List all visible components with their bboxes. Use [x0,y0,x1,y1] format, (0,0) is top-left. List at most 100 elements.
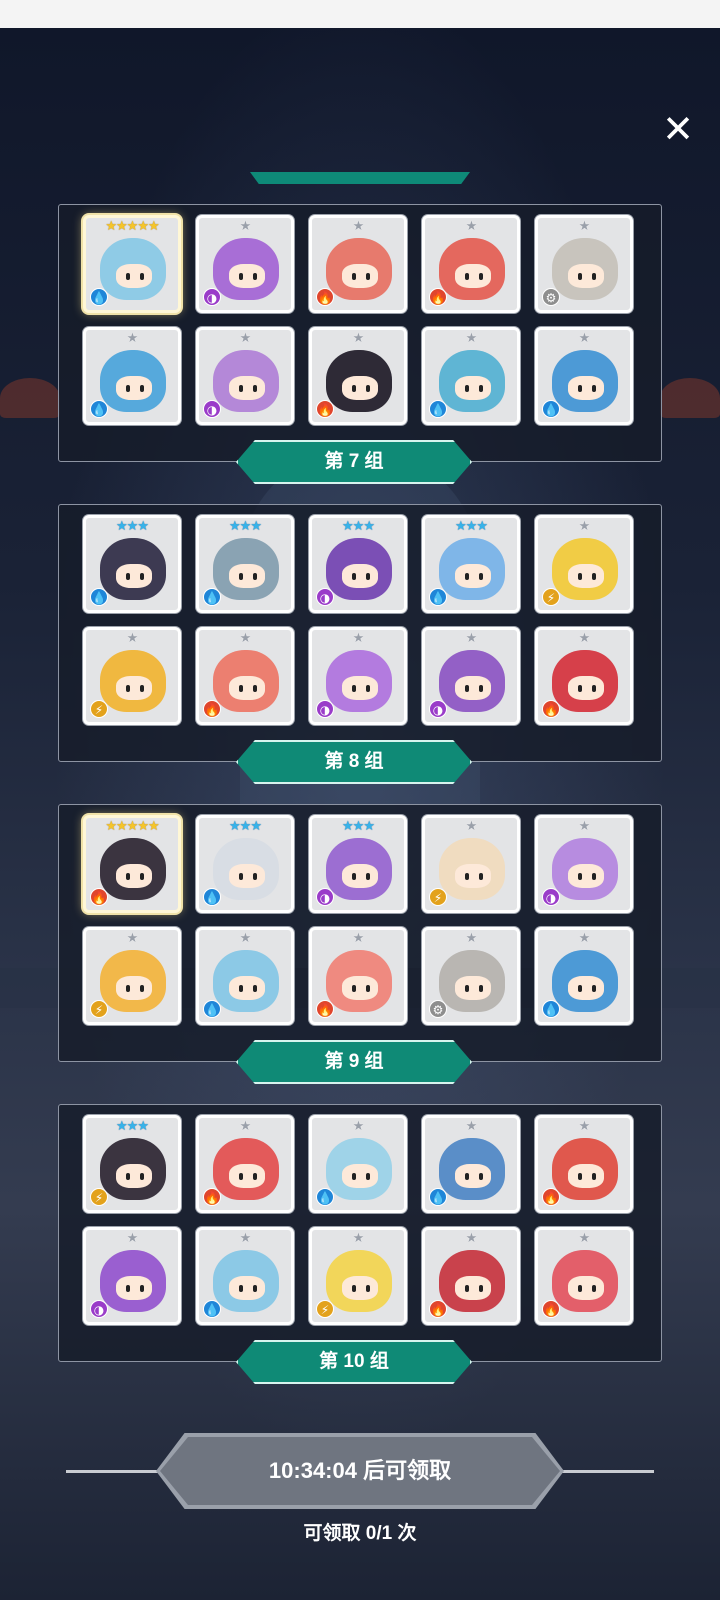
hero-card[interactable]: ★ 🔥 [422,1227,520,1325]
close-button[interactable]: ✕ [658,110,698,150]
star-rating: ★ [465,819,478,834]
group-label-tab: 第 9 组 [236,1040,472,1084]
light-element-icon: ⚡ [429,888,447,906]
hero-card[interactable]: ★ ◑ [535,815,633,913]
fire-element-icon: 🔥 [203,700,221,718]
hero-grid: ★★★★★ 💧 ★ ◑ ★ 🔥 ★ 🔥 ★ ⚙ ★ 💧 ★ ◑ ★ 🔥 ★ 💧 ★ 💧 [83,215,639,425]
star-rating: ★★★ [342,819,375,834]
claim-button[interactable]: 10:34:04 后可领取 [160,1437,560,1505]
hero-card[interactable]: ★ 💧 [422,327,520,425]
gear-element-icon: ⚙ [429,1000,447,1018]
hero-eye [253,985,257,992]
hero-face [342,1276,378,1300]
hero-grid: ★★★ 💧 ★★★ 💧 ★★★ ◑ ★★★ 💧 ★ ⚡ ★ ⚡ ★ 🔥 ★ ◑ ★ ◑ ★ 🔥 [83,515,639,725]
hero-card[interactable]: ★ ⚡ [83,627,181,725]
hero-card[interactable]: ★★★ 💧 [83,515,181,613]
dark-element-icon: ◑ [542,888,560,906]
status-bar [0,0,720,28]
hero-card[interactable]: ★ 🔥 [196,1115,294,1213]
hero-card[interactable]: ★ ⚡ [535,515,633,613]
water-element-icon: 💧 [203,588,221,606]
star-rating: ★ [239,1231,252,1246]
star-rating: ★ [352,931,365,946]
hero-card[interactable]: ★ 🔥 [309,927,407,1025]
hero-card[interactable]: ★★★ ⚡ [83,1115,181,1213]
hero-face [455,1276,491,1300]
hero-card[interactable]: ★ 🔥 [309,327,407,425]
hero-card[interactable]: ★★★ ◑ [309,515,407,613]
hero-card[interactable]: ★★★ ◑ [309,815,407,913]
dark-element-icon: ◑ [203,288,221,306]
star-rating: ★ [578,331,591,346]
hero-eye [239,1173,243,1180]
hero-eye [578,1173,582,1180]
hero-card[interactable]: ★ 🔥 [535,627,633,725]
hero-eye [253,573,257,580]
star-rating: ★ [465,331,478,346]
hero-face [568,676,604,700]
hero-card[interactable]: ★ ◑ [422,627,520,725]
hero-eye [479,985,483,992]
hero-card[interactable]: ★★★ 💧 [196,515,294,613]
water-element-icon: 💧 [542,400,560,418]
hero-eye [140,1173,144,1180]
hero-card[interactable]: ★ 💧 [535,327,633,425]
hero-card[interactable]: ★ ◑ [83,1227,181,1325]
hero-card[interactable]: ★★★ 💧 [196,815,294,913]
hero-card[interactable]: ★ 💧 [196,927,294,1025]
hero-card[interactable]: ★ 💧 [83,327,181,425]
hero-eye [479,385,483,392]
star-rating: ★ [239,219,252,234]
hero-eye [140,573,144,580]
hero-card[interactable]: ★ 🔥 [535,1115,633,1213]
hero-card[interactable]: ★ ⚙ [422,927,520,1025]
hero-eye [352,385,356,392]
hero-card[interactable]: ★ 🔥 [535,1227,633,1325]
hero-eye [592,385,596,392]
water-element-icon: 💧 [429,1188,447,1206]
hero-face [455,976,491,1000]
hero-eye [578,873,582,880]
hero-card[interactable]: ★ 🔥 [309,215,407,313]
hero-card[interactable]: ★★★ 💧 [422,515,520,613]
hero-card[interactable]: ★ ⚡ [83,927,181,1025]
hero-eye [126,873,130,880]
hero-card[interactable]: ★ 🔥 [422,215,520,313]
hero-card[interactable]: ★ 💧 [196,1227,294,1325]
hero-eye [253,1173,257,1180]
hero-eye [592,1285,596,1292]
hero-card[interactable]: ★ 🔥 [196,627,294,725]
hero-eye [479,685,483,692]
star-rating: ★★★ [342,519,375,534]
hero-card[interactable]: ★ ⚡ [422,815,520,913]
star-rating: ★★★★★ [105,219,159,234]
hero-card[interactable]: ★ ◑ [196,215,294,313]
hero-card[interactable]: ★ ⚙ [535,215,633,313]
water-element-icon: 💧 [429,400,447,418]
fire-element-icon: 🔥 [316,1000,334,1018]
hero-eye [239,985,243,992]
hero-card[interactable]: ★ ◑ [196,327,294,425]
hero-eye [239,273,243,280]
hero-eye [465,873,469,880]
star-rating: ★ [578,631,591,646]
hero-face [455,1164,491,1188]
hero-card[interactable]: ★ 💧 [422,1115,520,1213]
star-rating: ★ [578,1119,591,1134]
hero-face [342,676,378,700]
star-rating: ★ [239,931,252,946]
dark-element-icon: ◑ [316,588,334,606]
hero-card[interactable]: ★ 💧 [309,1115,407,1213]
water-element-icon: 💧 [316,1188,334,1206]
star-rating: ★ [352,219,365,234]
hero-eye [140,273,144,280]
hero-card[interactable]: ★ 💧 [535,927,633,1025]
hero-eye [253,273,257,280]
hero-card[interactable]: ★★★★★ 💧 [83,215,181,313]
hero-card[interactable]: ★★★★★ 🔥 [83,815,181,913]
hero-eye [592,873,596,880]
hero-card[interactable]: ★ ⚡ [309,1227,407,1325]
star-rating: ★ [465,631,478,646]
hero-card[interactable]: ★ ◑ [309,627,407,725]
claim-count: 可领取 0/1 次 [303,1523,417,1544]
